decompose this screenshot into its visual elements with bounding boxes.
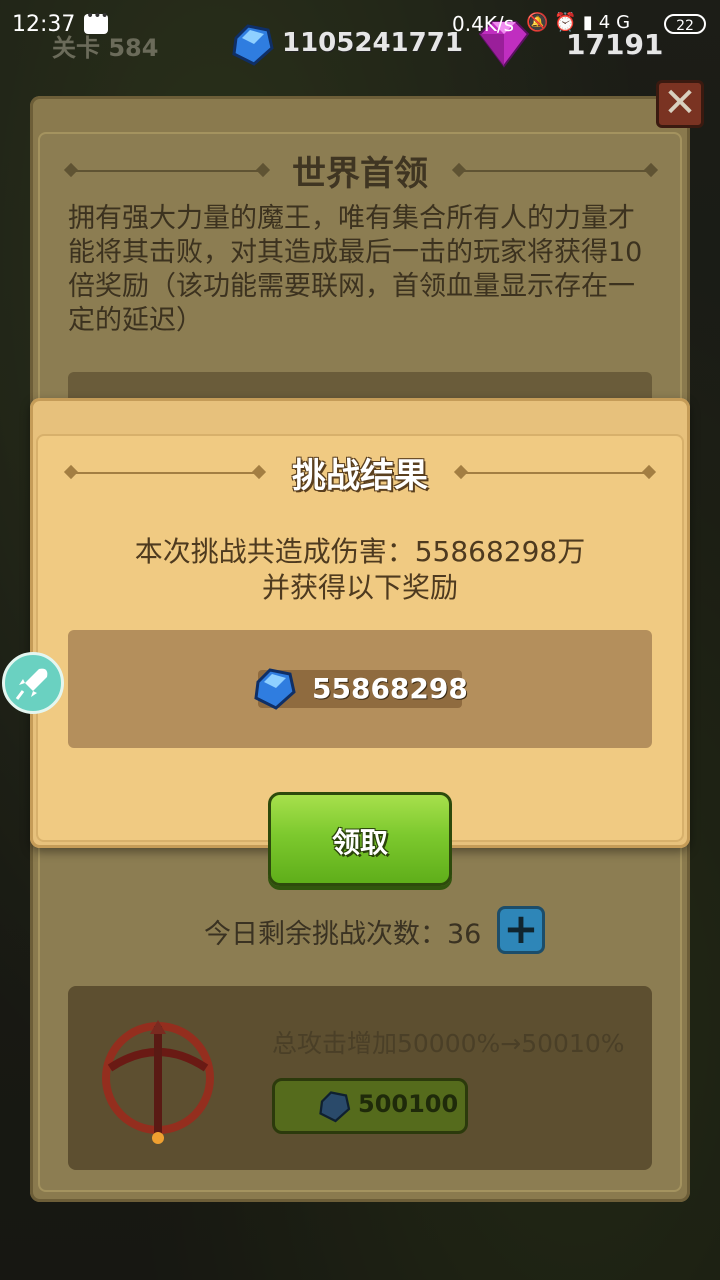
plus-icon: + — [503, 904, 539, 953]
claim-button[interactable]: 领取 — [268, 792, 452, 886]
rocket-button[interactable] — [2, 652, 64, 714]
reward-line: 并获得以下奖励 — [261, 571, 458, 604]
chat-icon — [84, 8, 108, 34]
battery-level: 22 — [664, 14, 706, 34]
upgrade-description: 总攻击增加50000%→50010% — [272, 1029, 625, 1058]
blue-gem-icon — [319, 1091, 351, 1123]
rocket-icon — [15, 668, 48, 700]
upgrade-cost: 500100 — [358, 1090, 459, 1118]
world-boss-description: 拥有强大力量的魔王，唯有集合所有人的力量才能将其击败，对其造成最后一击的玩家将获… — [68, 203, 643, 336]
crossbow-icon — [102, 1020, 214, 1144]
title-ornament-left — [72, 170, 262, 172]
result-ornament-left — [72, 472, 258, 474]
status-bar: 12:37 0.4K/s 🔕⏰▮4G 22 — [0, 0, 720, 50]
close-button[interactable]: ✕ — [656, 80, 704, 128]
add-challenges-button[interactable]: + — [497, 906, 545, 954]
claim-label: 领取 — [331, 826, 388, 859]
title-ornament-right — [460, 170, 650, 172]
network-type: 4G — [598, 12, 637, 33]
blue-gem-icon — [254, 668, 296, 710]
network-speed: 0.4K/s — [452, 12, 515, 36]
remaining-challenges: 今日剩余挑战次数：36 — [204, 919, 482, 950]
close-icon: ✕ — [663, 80, 697, 126]
result-ornament-right — [462, 472, 648, 474]
status-time: 12:37 — [12, 12, 76, 37]
damage-line: 本次挑战共造成伤害：55868298万 — [134, 535, 586, 568]
status-icons: 🔕⏰▮4G — [526, 12, 637, 33]
reward-value: 55868298 — [312, 672, 468, 705]
